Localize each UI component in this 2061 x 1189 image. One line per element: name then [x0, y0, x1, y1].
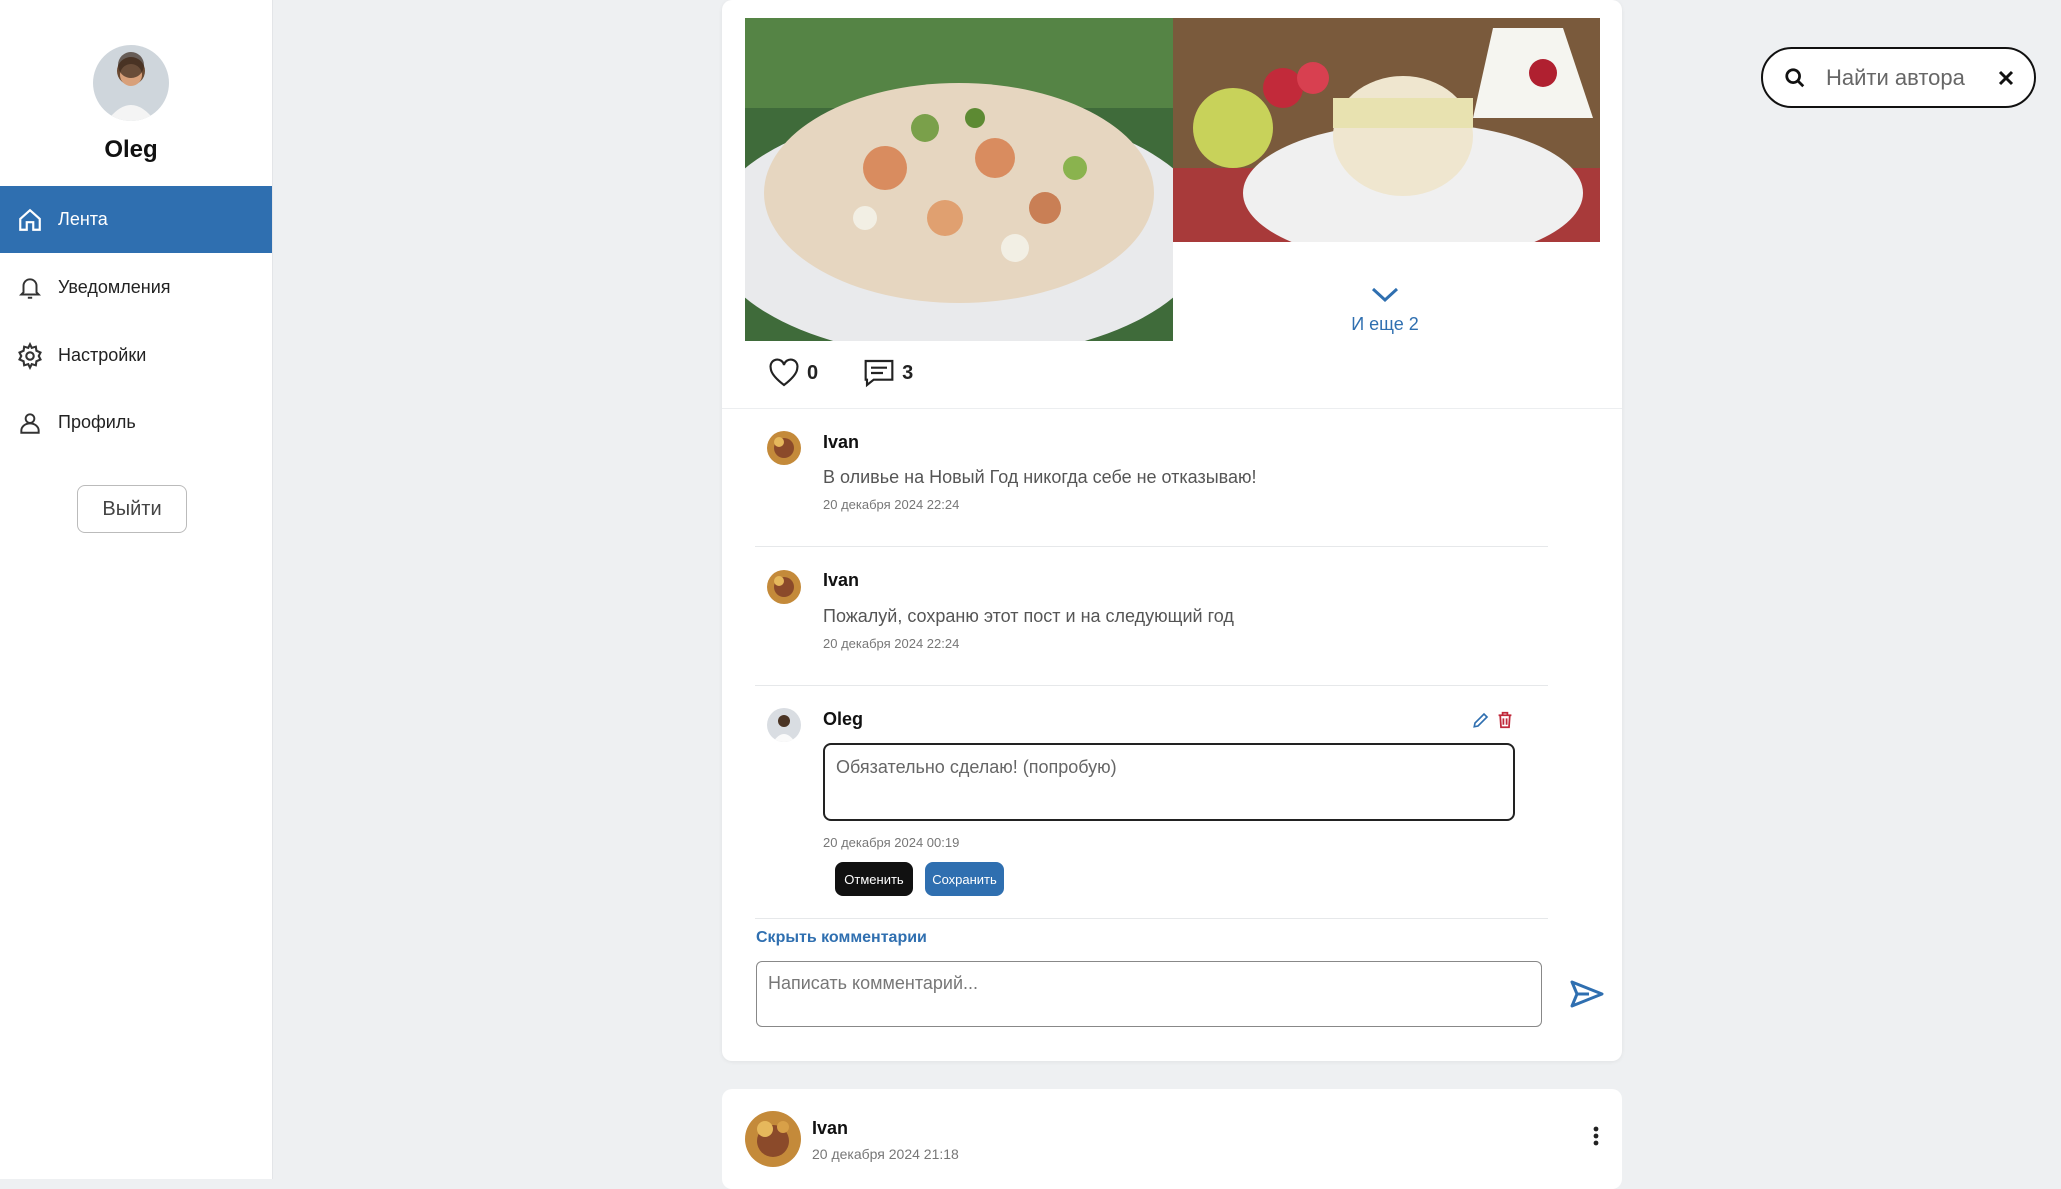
- logout-button[interactable]: Выйти: [77, 485, 187, 533]
- user-icon: [15, 408, 45, 438]
- sidebar: Oleg Лента Уведомления Настройки Профиль…: [0, 0, 273, 1179]
- comment-text: В оливье на Новый Год никогда себе не от…: [823, 467, 1257, 487]
- sidebar-item-notifications[interactable]: Уведомления: [0, 254, 272, 321]
- avatar[interactable]: [745, 1111, 801, 1167]
- avatar[interactable]: [767, 708, 801, 742]
- bell-icon: [15, 273, 45, 303]
- show-more-label: И еще 2: [1351, 314, 1419, 334]
- sidebar-item-label: Профиль: [58, 412, 136, 432]
- comment-icon: [862, 356, 896, 390]
- comment-author[interactable]: Oleg: [823, 709, 863, 730]
- avatar[interactable]: [93, 45, 169, 121]
- chevron-down-icon: [1290, 286, 1480, 308]
- sidebar-item-profile[interactable]: Профиль: [0, 389, 272, 456]
- post-date: 20 декабря 2024 21:18: [812, 1146, 959, 1162]
- post-photo-salad[interactable]: [745, 18, 1173, 341]
- edit-icon[interactable]: [1470, 709, 1492, 731]
- heart-icon: [767, 356, 801, 390]
- divider: [722, 408, 1622, 409]
- divider: [755, 918, 1548, 919]
- home-icon: [15, 205, 45, 235]
- post-author[interactable]: Ivan: [812, 1118, 848, 1139]
- sidebar-item-label: Настройки: [58, 345, 147, 365]
- more-options-icon[interactable]: [1586, 1121, 1606, 1151]
- hide-comments-link[interactable]: Скрыть комментарии: [756, 929, 927, 947]
- post-card: [722, 1089, 1622, 1189]
- show-more-photos-button[interactable]: И еще 2: [1290, 286, 1480, 335]
- cancel-button[interactable]: Отменить: [835, 862, 913, 896]
- post-stats: 0 3: [767, 356, 957, 390]
- gear-icon: [15, 341, 45, 371]
- sidebar-item-settings[interactable]: Настройки: [0, 322, 272, 389]
- search-input[interactable]: Найти автора: [1826, 65, 1994, 91]
- avatar[interactable]: [767, 570, 801, 604]
- search-icon: [1781, 64, 1809, 92]
- close-icon[interactable]: [1994, 66, 2018, 90]
- comment-date: 20 декабря 2024 22:24: [823, 636, 960, 651]
- author-search[interactable]: Найти автора: [1761, 47, 2036, 108]
- save-button[interactable]: Сохранить: [925, 862, 1004, 896]
- send-icon[interactable]: [1567, 975, 1607, 1013]
- comment-edit-field[interactable]: Обязательно сделаю! (попробую): [823, 743, 1515, 821]
- comments-count: 3: [902, 361, 914, 384]
- comment-date: 20 декабря 2024 22:24: [823, 497, 960, 512]
- divider: [755, 546, 1548, 547]
- comment-date: 20 декабря 2024 00:19: [823, 835, 960, 850]
- post-photo-plated[interactable]: [1173, 18, 1600, 242]
- sidebar-item-feed[interactable]: Лента: [0, 186, 272, 253]
- avatar[interactable]: [767, 431, 801, 465]
- comment-input[interactable]: Написать комментарий...: [756, 961, 1542, 1027]
- comments-button[interactable]: 3: [862, 356, 913, 390]
- comment-author[interactable]: Ivan: [823, 570, 859, 591]
- comment-author[interactable]: Ivan: [823, 432, 859, 453]
- likes-count: 0: [807, 361, 819, 384]
- user-name: Oleg: [104, 136, 158, 163]
- delete-icon[interactable]: [1494, 709, 1516, 731]
- sidebar-item-label: Лента: [58, 209, 108, 229]
- like-button[interactable]: 0: [767, 356, 818, 390]
- sidebar-item-label: Уведомления: [58, 277, 171, 297]
- divider: [755, 685, 1548, 686]
- comment-text: Пожалуй, сохраню этот пост и на следующи…: [823, 606, 1234, 626]
